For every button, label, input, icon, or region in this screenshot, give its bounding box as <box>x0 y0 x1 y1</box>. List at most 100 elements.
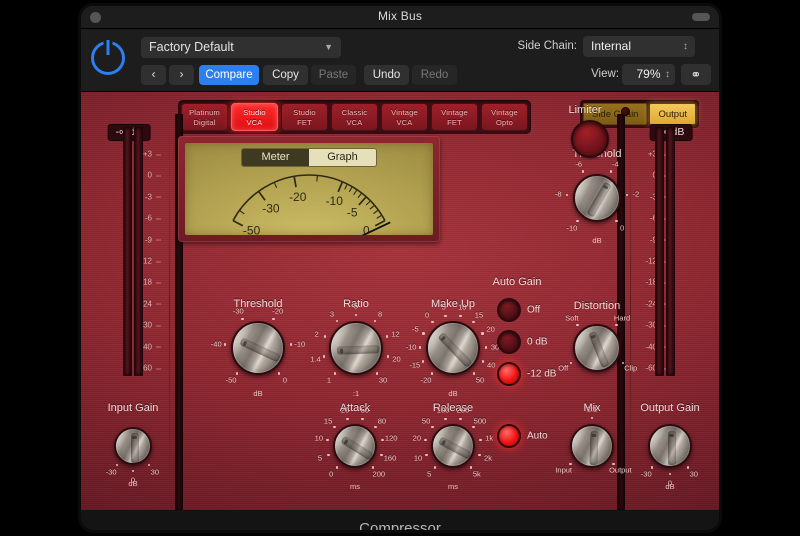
side-chain-value: Internal <box>591 39 632 53</box>
knob-pointer-nub <box>343 438 349 445</box>
circuit-type-line2: Digital <box>193 117 216 127</box>
knob-tick-label: 30 <box>689 469 698 479</box>
distortion-knob-label: Distortion <box>573 300 621 312</box>
vu-tick <box>358 196 367 206</box>
knob-tick-dot <box>615 219 618 223</box>
knob-tick-label: -6 <box>575 159 583 169</box>
ratio-knob[interactable] <box>329 321 383 375</box>
knob-tick-label: 50 <box>360 405 370 415</box>
knob-pointer-nub <box>440 335 447 342</box>
vu-tick <box>348 186 353 193</box>
knob-tick-label: 5 <box>353 301 359 311</box>
output-view-button[interactable]: Output <box>649 103 696 125</box>
auto-gain-lamp-0[interactable] <box>497 298 521 322</box>
redo-button[interactable]: Redo <box>412 65 457 85</box>
knob-tick-dot <box>115 463 119 467</box>
compare-button[interactable]: Compare <box>199 65 259 85</box>
limiter-led-icon <box>621 107 630 116</box>
knob-tick-dot <box>469 466 473 469</box>
copy-button[interactable]: Copy <box>263 65 308 85</box>
vu-tick <box>376 214 383 219</box>
circuit-type-vintage-fet[interactable]: Vintage FET <box>431 103 478 131</box>
knob-pointer <box>588 331 610 369</box>
meter-tick: -18 <box>631 278 666 287</box>
view-zoom-value: 79% <box>636 67 661 81</box>
vu-tick-label: -5 <box>347 205 358 219</box>
circuit-type-line2: FET <box>297 117 312 127</box>
release-knob-unit: ms <box>448 482 458 491</box>
knob-tick-label: -10 <box>566 223 578 233</box>
circuit-type-line2: Opto <box>495 117 514 127</box>
power-button-icon[interactable] <box>91 41 125 75</box>
knob-tick-dot <box>375 372 379 375</box>
paste-button[interactable]: Paste <box>311 65 356 85</box>
next-preset-button[interactable]: › <box>169 65 194 85</box>
side-chain-select[interactable]: Internal ↕ <box>583 36 695 57</box>
knob-tick-label: 12 <box>391 329 400 339</box>
circuit-type-line1: Classic <box>341 108 368 117</box>
circuit-type-studio-fet[interactable]: Studio FET <box>281 103 328 131</box>
knob-tick-label: 50 <box>421 416 431 426</box>
auto-gain-lamp-1[interactable] <box>497 330 521 354</box>
view-zoom-select[interactable]: 79% ↕ <box>622 64 675 85</box>
limiter-threshold-knob[interactable] <box>573 174 621 222</box>
output-meter-bar-left <box>655 127 664 376</box>
output-gain-knob-label: Output Gain <box>640 402 700 414</box>
knob-tick-dot <box>346 417 349 421</box>
input-meter-bar-left <box>123 127 132 376</box>
undo-button[interactable]: Undo <box>364 65 409 85</box>
auto-gain-lamp-2[interactable] <box>497 362 521 386</box>
plugin-window: Mix Bus Factory Default ▼ ‹ › Compare Co… <box>81 6 719 530</box>
knob-pointer <box>131 433 139 463</box>
circuit-type-vintage-vca[interactable]: Vintage VCA <box>381 103 428 131</box>
limiter-button[interactable] <box>571 120 609 158</box>
circuit-type-line2: VCA <box>246 117 263 127</box>
updown-chevron-icon: ↕ <box>683 41 688 52</box>
knob-tick-dot <box>609 170 613 173</box>
attack-knob[interactable] <box>333 424 377 468</box>
meter-tick: -12 <box>631 257 666 266</box>
knob-tick-label: 200 <box>372 469 386 479</box>
vu-tick <box>316 175 318 182</box>
vu-tick-label: -20 <box>289 190 307 204</box>
knob-tick-dot <box>576 323 579 327</box>
knob-tick-dot <box>431 425 434 429</box>
vu-tick <box>293 176 297 188</box>
vu-tick <box>353 189 358 195</box>
knob-tick-dot <box>444 417 447 421</box>
distortion-knob[interactable] <box>573 324 621 372</box>
knob-tick-label: -40 <box>210 339 222 349</box>
circuit-type-vintage-opto[interactable]: Vintage Opto <box>481 103 528 131</box>
mix-knob[interactable] <box>570 424 614 468</box>
knob-pointer-nub <box>591 433 597 438</box>
circuit-type-studio-vca[interactable]: Studio VCA <box>231 103 278 131</box>
knob-tick-dot <box>147 463 151 467</box>
knob-pointer-nub <box>132 436 137 440</box>
prev-preset-button[interactable]: ‹ <box>141 65 166 85</box>
knob-tick-dot <box>361 417 364 421</box>
preset-menu[interactable]: Factory Default ▼ <box>141 37 341 58</box>
knob-tick-label: -30 <box>232 306 244 316</box>
window-resize-handle[interactable] <box>692 13 710 21</box>
auto-release-button[interactable] <box>497 424 521 448</box>
make-up-knob[interactable] <box>426 321 480 375</box>
knob-pointer <box>239 337 281 363</box>
circuit-type-classic-vca[interactable]: Classic VCA <box>331 103 378 131</box>
output-gain-knob[interactable] <box>648 424 692 468</box>
circuit-type-platinum-digital[interactable]: Platinum Digital <box>181 103 228 131</box>
knob-tick-label: 80 <box>377 416 387 426</box>
knob-tick-label: -15 <box>409 360 421 370</box>
knob-tick-dot <box>590 416 594 420</box>
threshold-knob[interactable] <box>231 321 285 375</box>
limiter-label: Limiter <box>568 104 602 116</box>
link-icon[interactable]: ⚭ <box>681 64 711 85</box>
vu-tick <box>373 209 379 215</box>
knob-tick-dot <box>472 425 475 429</box>
knob-tick-label: -50 <box>225 375 237 385</box>
release-knob[interactable] <box>431 424 475 468</box>
input-gain-knob-unit: dB <box>128 479 138 488</box>
input-gain-knob[interactable] <box>114 427 152 465</box>
knob-tick-label: 5 <box>317 453 323 463</box>
knob-tick-dot <box>322 355 326 358</box>
knob-tick-label: 8 <box>377 309 383 319</box>
